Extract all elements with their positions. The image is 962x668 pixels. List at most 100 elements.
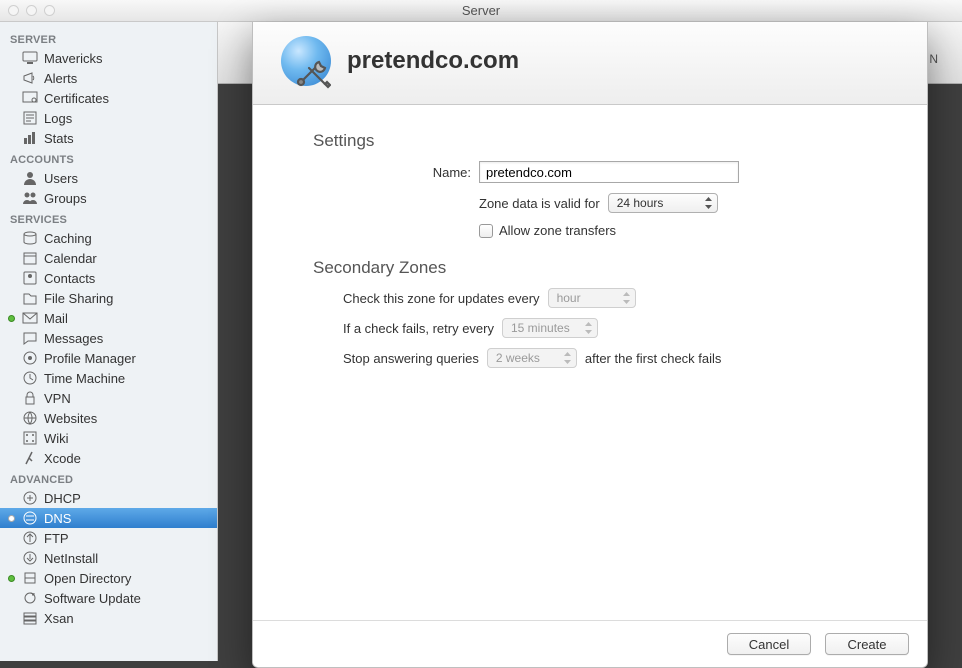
sidebar-section-services: SERVICES: [0, 208, 217, 228]
sidebar-item-label: Mavericks: [44, 51, 103, 66]
content-area: SERVER Mavericks Alerts Certificates Logs St…: [0, 22, 962, 661]
sidebar-item-time-machine[interactable]: Time Machine: [0, 368, 217, 388]
traffic-lights: [0, 5, 55, 16]
megaphone-icon: [22, 70, 38, 86]
globe-tools-icon: [281, 36, 331, 86]
updown-arrows-icon: [585, 322, 592, 334]
sidebar-item-profile-manager[interactable]: Profile Manager: [0, 348, 217, 368]
sidebar-item-file-sharing[interactable]: File Sharing: [0, 288, 217, 308]
stop-queries-row: Stop answering queries 2 weeks after the…: [313, 348, 899, 368]
logs-icon: [22, 110, 38, 126]
check-updates-value: hour: [557, 291, 581, 305]
sidebar-item-groups[interactable]: Groups: [0, 188, 217, 208]
sidebar-item-label: Calendar: [44, 251, 97, 266]
sidebar-item-label: Xcode: [44, 451, 81, 466]
sidebar-item-messages[interactable]: Messages: [0, 328, 217, 348]
minimize-window-button[interactable]: [26, 5, 37, 16]
cancel-button[interactable]: Cancel: [727, 633, 811, 655]
sidebar-item-wiki[interactable]: Wiki: [0, 428, 217, 448]
status-dot: [8, 575, 15, 582]
sidebar-item-websites[interactable]: Websites: [0, 408, 217, 428]
check-updates-select[interactable]: hour: [548, 288, 636, 308]
sidebar-item-label: Logs: [44, 111, 72, 126]
sidebar-item-netinstall[interactable]: NetInstall: [0, 548, 217, 568]
sidebar-section-advanced: ADVANCED: [0, 468, 217, 488]
stats-icon: [22, 130, 38, 146]
allow-zone-row: Allow zone transfers: [313, 223, 899, 238]
sidebar-item-dhcp[interactable]: DHCP: [0, 488, 217, 508]
contacts-icon: [22, 270, 38, 286]
allow-zone-label: Allow zone transfers: [499, 223, 616, 238]
updown-arrows-icon: [705, 197, 712, 209]
main-area: N: [218, 22, 962, 661]
server-window: Server SERVER Mavericks Alerts Certificate…: [0, 0, 962, 661]
sidebar-section-server: SERVER: [0, 28, 217, 48]
sidebar-item-mail[interactable]: Mail: [0, 308, 217, 328]
status-dot: [8, 515, 15, 522]
stop-label-post: after the first check fails: [585, 351, 722, 366]
sidebar-item-vpn[interactable]: VPN: [0, 388, 217, 408]
updown-arrows-icon: [623, 292, 630, 304]
sidebar-item-label: Stats: [44, 131, 74, 146]
name-label: Name:: [313, 165, 471, 180]
sidebar-item-label: VPN: [44, 391, 71, 406]
xsan-icon: [22, 610, 38, 626]
retry-select[interactable]: 15 minutes: [502, 318, 598, 338]
zone-valid-row: Zone data is valid for 24 hours: [313, 193, 899, 213]
stop-select[interactable]: 2 weeks: [487, 348, 577, 368]
sidebar-item-label: NetInstall: [44, 551, 98, 566]
sidebar-item-label: Mail: [44, 311, 68, 326]
name-row: Name:: [313, 161, 899, 183]
sidebar-item-xcode[interactable]: Xcode: [0, 448, 217, 468]
sidebar-item-label: Alerts: [44, 71, 77, 86]
sidebar-item-label: DHCP: [44, 491, 81, 506]
sidebar-item-ftp[interactable]: FTP: [0, 528, 217, 548]
sidebar-item-caching[interactable]: Caching: [0, 228, 217, 248]
sidebar-item-stats[interactable]: Stats: [0, 128, 217, 148]
sidebar-item-users[interactable]: Users: [0, 168, 217, 188]
zone-valid-value: 24 hours: [617, 196, 664, 210]
sidebar-item-label: Websites: [44, 411, 97, 426]
sidebar-item-label: Software Update: [44, 591, 141, 606]
create-button[interactable]: Create: [825, 633, 909, 655]
sidebar-item-xsan[interactable]: Xsan: [0, 608, 217, 628]
sidebar-item-label: Xsan: [44, 611, 74, 626]
messages-icon: [22, 330, 38, 346]
sidebar-item-label: Certificates: [44, 91, 109, 106]
sidebar-item-software-update[interactable]: Software Update: [0, 588, 217, 608]
sidebar-item-calendar[interactable]: Calendar: [0, 248, 217, 268]
status-dot: [8, 315, 15, 322]
ftp-icon: [22, 530, 38, 546]
sidebar-item-contacts[interactable]: Contacts: [0, 268, 217, 288]
retry-value: 15 minutes: [511, 321, 570, 335]
sidebar-item-alerts[interactable]: Alerts: [0, 68, 217, 88]
sidebar-item-mavericks[interactable]: Mavericks: [0, 48, 217, 68]
secondary-heading: Secondary Zones: [313, 258, 899, 278]
sidebar-item-certificates[interactable]: Certificates: [0, 88, 217, 108]
xcode-icon: [22, 450, 38, 466]
timemachine-icon: [22, 370, 38, 386]
group-icon: [22, 190, 38, 206]
allow-zone-checkbox[interactable]: Allow zone transfers: [479, 223, 616, 238]
titlebar: Server: [0, 0, 962, 22]
mail-icon: [22, 310, 38, 326]
zone-valid-select[interactable]: 24 hours: [608, 193, 718, 213]
zoom-window-button[interactable]: [44, 5, 55, 16]
netinstall-icon: [22, 550, 38, 566]
monitor-icon: [22, 50, 38, 66]
sidebar-item-logs[interactable]: Logs: [0, 108, 217, 128]
sidebar-item-label: File Sharing: [44, 291, 113, 306]
close-window-button[interactable]: [8, 5, 19, 16]
sidebar-item-label: Groups: [44, 191, 87, 206]
calendar-icon: [22, 250, 38, 266]
name-input[interactable]: [479, 161, 739, 183]
sidebar-item-dns[interactable]: DNS: [0, 508, 217, 528]
zone-create-sheet: pretendco.com Settings Name: Zone data i…: [252, 22, 928, 668]
sidebar-item-open-directory[interactable]: Open Directory: [0, 568, 217, 588]
retry-row: If a check fails, retry every 15 minutes: [313, 318, 899, 338]
background-letter: N: [929, 52, 938, 66]
check-updates-row: Check this zone for updates every hour: [313, 288, 899, 308]
zone-valid-label: Zone data is valid for: [479, 196, 600, 211]
user-icon: [22, 170, 38, 186]
window-title: Server: [0, 3, 962, 18]
